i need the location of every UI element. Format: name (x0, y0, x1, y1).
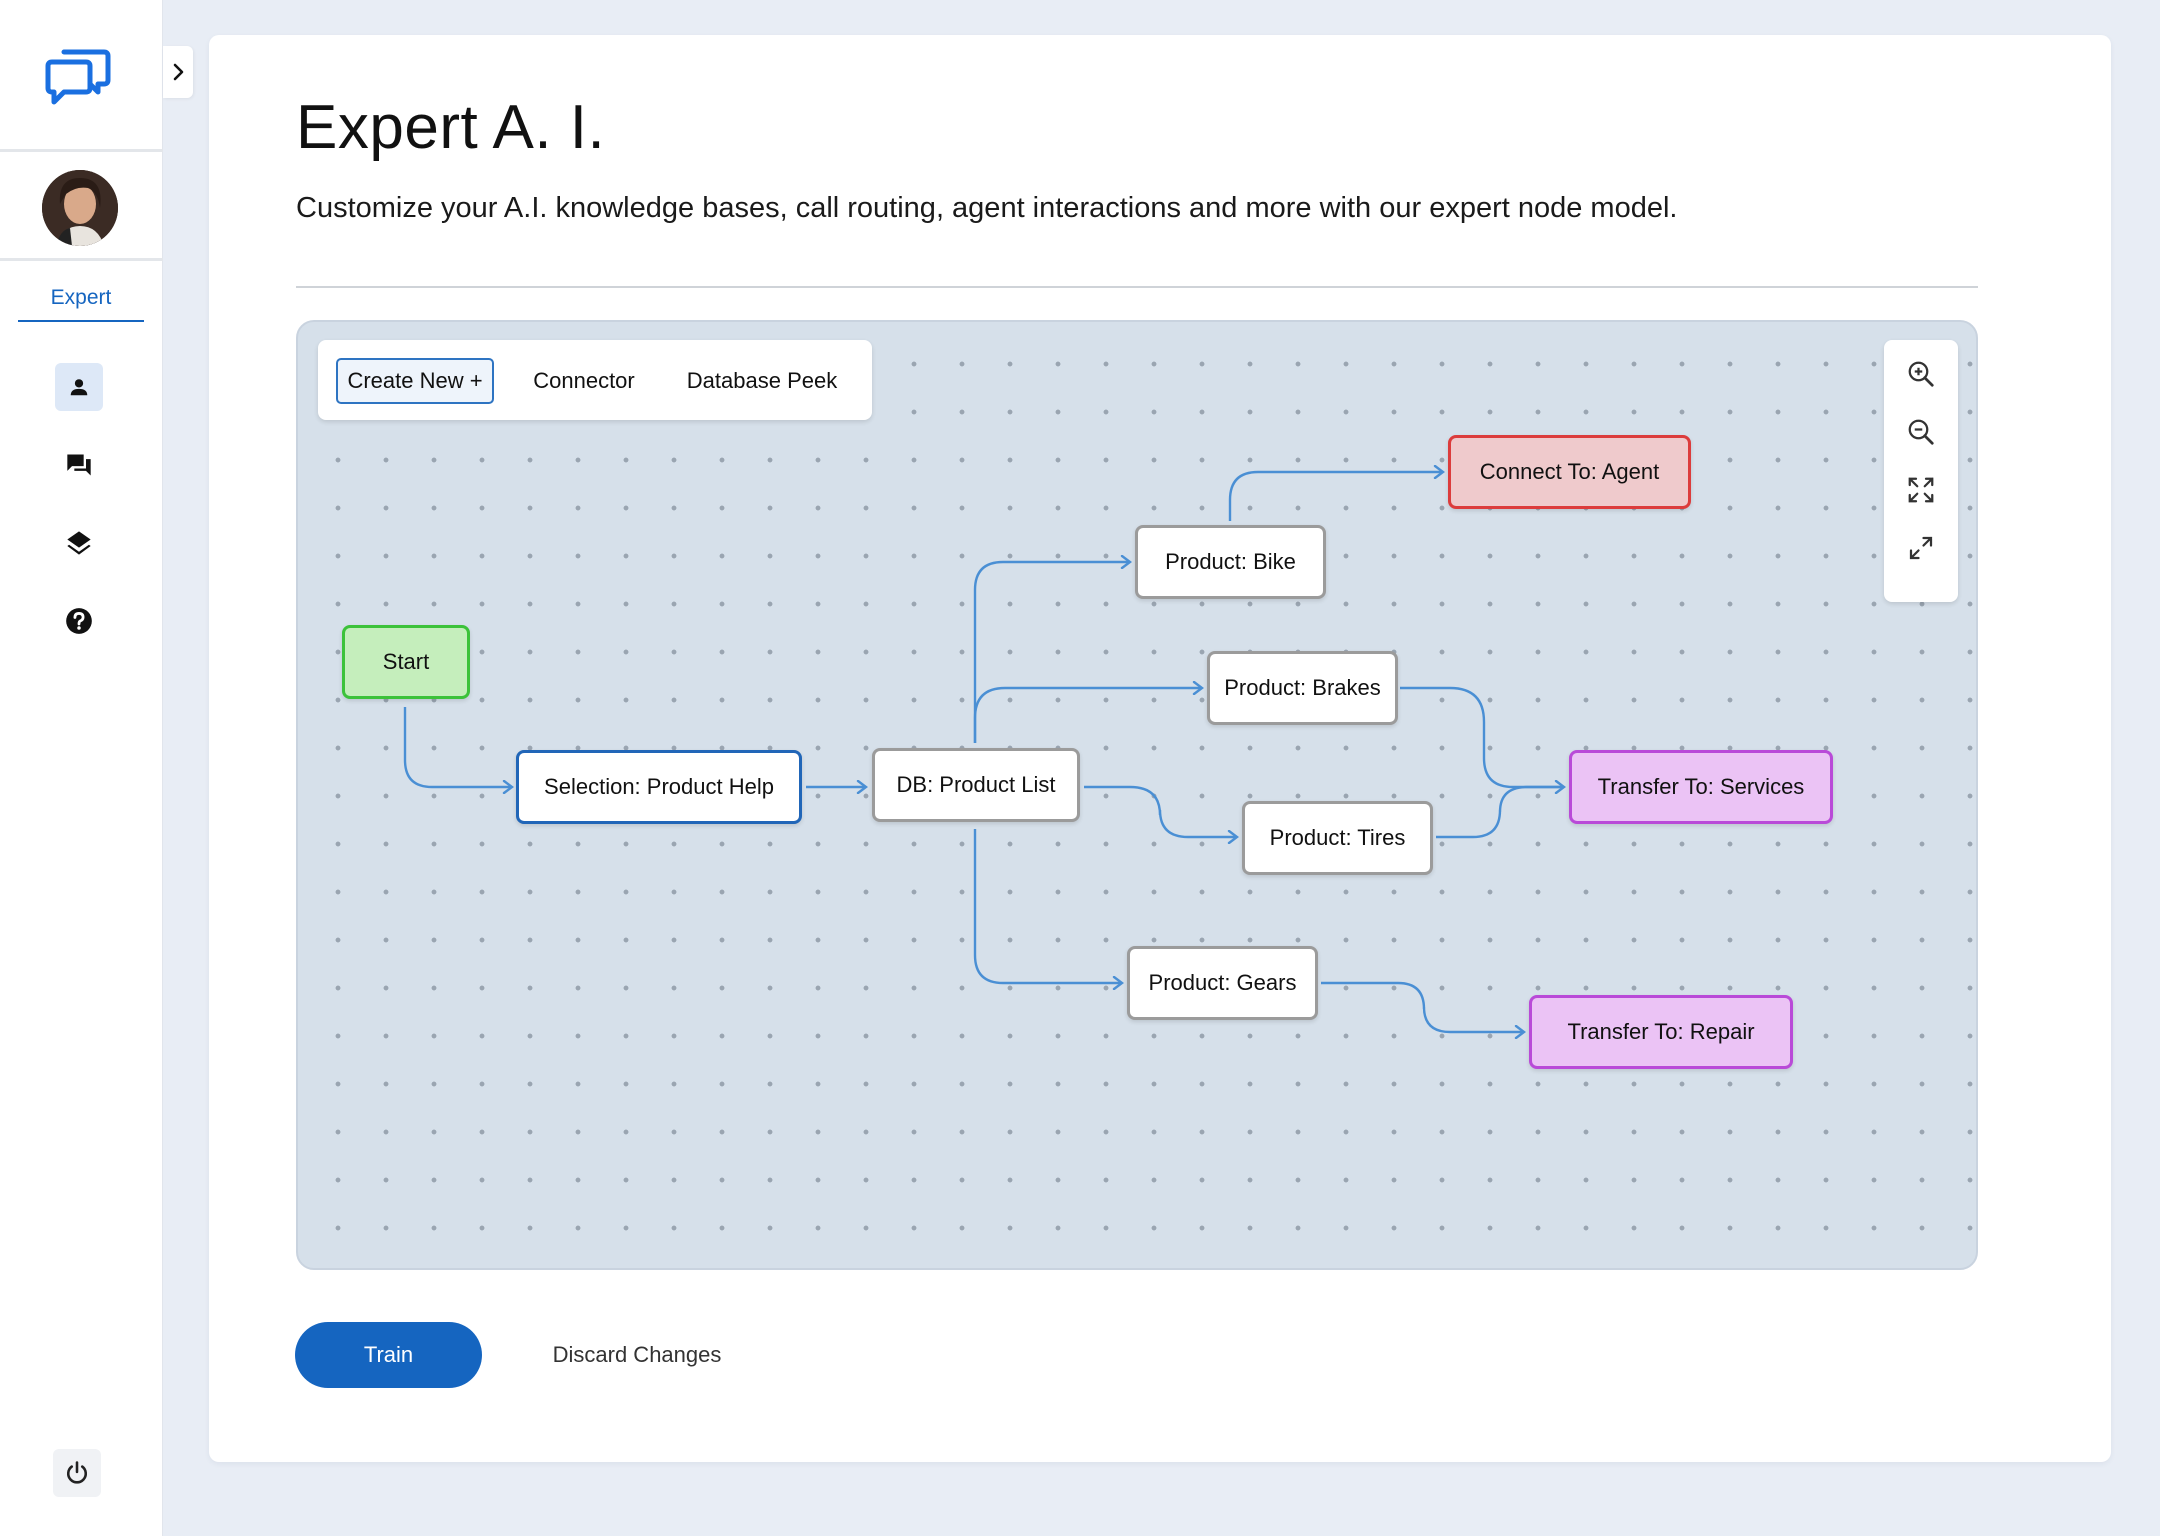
sidebar-toggle-button[interactable] (163, 46, 193, 98)
zoom-out-button[interactable] (1903, 414, 1939, 450)
node-product-tires[interactable]: Product: Tires (1242, 801, 1433, 875)
zoom-controls (1884, 340, 1958, 602)
divider (296, 286, 1978, 288)
power-icon (67, 1461, 87, 1484)
zoom-out-icon (1908, 419, 1934, 445)
chat-icon (67, 454, 91, 476)
zoom-in-icon (1908, 361, 1934, 387)
node-product-gears[interactable]: Product: Gears (1127, 946, 1318, 1020)
node-product-brakes[interactable]: Product: Brakes (1207, 651, 1398, 725)
nav-label-expert[interactable]: Expert (18, 286, 144, 322)
chat-logo-icon (45, 49, 111, 105)
page-title: Expert A. I. (296, 93, 606, 162)
node-start[interactable]: Start (342, 625, 470, 699)
node-selection-product-help[interactable]: Selection: Product Help (516, 750, 802, 824)
database-peek-button[interactable]: Database Peek (674, 358, 850, 404)
layers-icon (67, 531, 91, 555)
node-transfer-repair[interactable]: Transfer To: Repair (1529, 995, 1793, 1069)
collapse-icon (1909, 536, 1933, 560)
node-db-product-list[interactable]: DB: Product List (872, 748, 1080, 822)
zoom-in-button[interactable] (1903, 356, 1939, 392)
person-icon (70, 379, 88, 396)
sidebar-item-profile[interactable] (55, 363, 103, 411)
connector-button[interactable]: Connector (514, 358, 654, 404)
sidebar: Expert (0, 0, 163, 1536)
node-transfer-services[interactable]: Transfer To: Services (1569, 750, 1833, 824)
sidebar-divider (0, 258, 163, 261)
power-button[interactable] (53, 1449, 101, 1497)
train-button[interactable]: Train (295, 1322, 482, 1388)
node-connect-agent[interactable]: Connect To: Agent (1448, 435, 1691, 509)
expand-icon (1908, 477, 1934, 503)
chevron-right-icon (173, 63, 184, 81)
avatar[interactable] (42, 170, 118, 246)
canvas-toolbar: Create New + Connector Database Peek (318, 340, 872, 420)
node-product-bike[interactable]: Product: Bike (1135, 525, 1326, 599)
sidebar-item-chat[interactable] (55, 441, 103, 489)
sidebar-item-help[interactable] (55, 597, 103, 645)
sidebar-divider (0, 149, 163, 152)
discard-changes-button[interactable]: Discard Changes (530, 1322, 744, 1388)
create-new-button[interactable]: Create New + (336, 358, 494, 404)
collapse-button[interactable] (1903, 530, 1939, 566)
sidebar-item-layers[interactable] (55, 519, 103, 567)
page-subtitle: Customize your A.I. knowledge bases, cal… (296, 192, 1678, 224)
expand-button[interactable] (1903, 472, 1939, 508)
help-icon (66, 608, 92, 634)
